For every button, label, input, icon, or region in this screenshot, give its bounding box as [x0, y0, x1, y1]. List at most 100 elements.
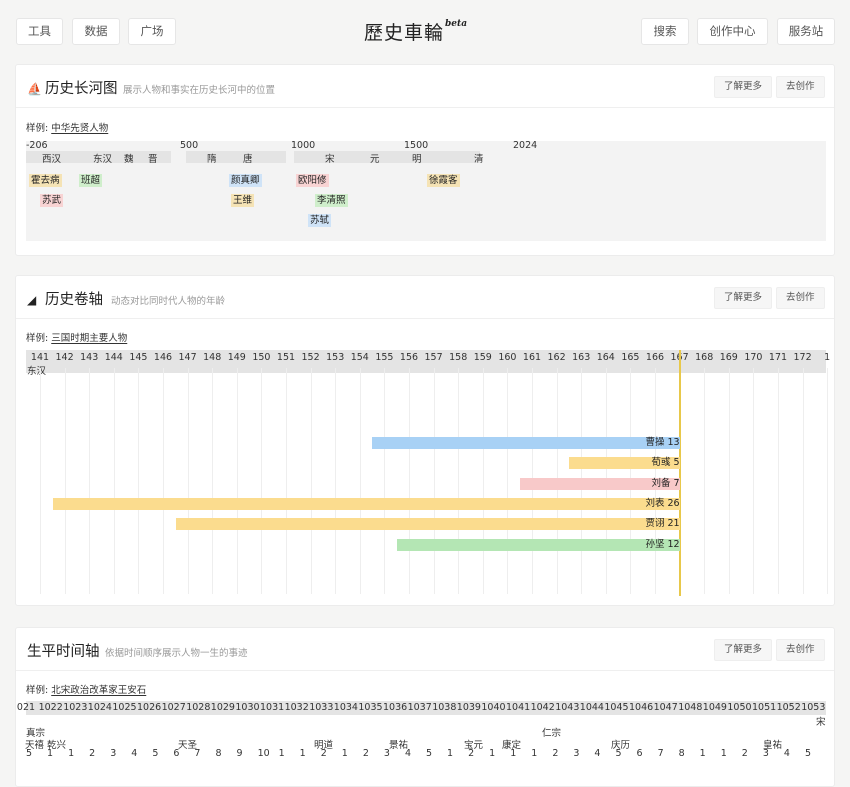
year-tick: 156 — [399, 352, 419, 363]
year-tick: 146 — [153, 352, 173, 363]
sample-line: 样例: 中华先贤人物 — [26, 123, 109, 134]
learn-more-button[interactable]: 了解更多 — [714, 639, 773, 661]
year-tick: 1500 — [404, 140, 429, 151]
card-subtitle: 展示人物和事实在历史长河中的位置 — [123, 85, 276, 96]
person-tag[interactable]: 颜真卿 — [229, 174, 262, 187]
sample-link[interactable]: 三国时期主要人物 — [51, 333, 127, 344]
person-tag[interactable]: 王维 — [231, 194, 255, 207]
person-tag[interactable]: 苏武 — [40, 194, 64, 207]
life-year-tick: 1050 — [727, 702, 752, 713]
reign-year-tick: 2 — [741, 748, 748, 759]
year-tick: 149 — [227, 352, 246, 363]
current-year-indicator[interactable] — [678, 350, 681, 596]
grid-line — [827, 368, 829, 594]
reign-year-tick: 5 — [804, 748, 811, 759]
life-year-tick: 1027 — [161, 702, 186, 713]
card-subtitle: 依据时间顺序展示人物一生的事迹 — [105, 648, 248, 659]
nav-tools-button[interactable]: 工具 — [16, 18, 63, 45]
card-header: ◢ 历史卷轴 动态对比同时代人物的年龄 了解更多 去创作 — [16, 276, 834, 319]
reign-year-tick: 5 — [152, 748, 159, 759]
beta-badge: beta — [445, 18, 468, 29]
history-river-card: ⛵ 历史长河图 展示人物和事实在历史长河中的位置 了解更多 去创作 样例: 中华先… — [15, 64, 835, 256]
life-year-tick: 1028 — [186, 702, 211, 713]
history-scroll-card: ◢ 历史卷轴 动态对比同时代人物的年龄 了解更多 去创作 样例: 三国时期主要人物… — [15, 275, 835, 606]
year-tick: 162 — [547, 352, 566, 363]
reign-year-tick: 1 — [720, 748, 727, 759]
year-tick: 151 — [276, 352, 296, 363]
year-tick: 159 — [473, 352, 492, 363]
life-year-tick: 1053 — [801, 702, 826, 713]
life-year-tick: 1052 — [776, 702, 801, 713]
era-label: 东汉 — [27, 366, 47, 377]
sample-link[interactable]: 北宋政治改革家王安石 — [51, 685, 146, 696]
reign-year-tick: 1 — [489, 748, 496, 759]
life-year-tick: 1046 — [629, 702, 654, 713]
search-button[interactable]: 搜索 — [641, 18, 689, 45]
service-station-button[interactable]: 服务站 — [777, 18, 835, 45]
person-bar-刘表[interactable] — [52, 497, 680, 510]
dynasty-label: 元 — [370, 154, 380, 165]
life-year-tick: 1023 — [63, 702, 88, 713]
person-tag[interactable]: 欧阳修 — [296, 174, 329, 187]
year-tick: 163 — [572, 352, 591, 363]
life-year-tick: 1022 — [38, 702, 63, 713]
year-tick: 1000 — [291, 140, 316, 151]
life-year-tick: 1051 — [752, 702, 777, 713]
reign-year-tick: 6 — [173, 748, 180, 759]
learn-more-button[interactable]: 了解更多 — [714, 76, 773, 98]
year-tick: 161 — [522, 352, 542, 363]
reign-year-tick: 4 — [594, 748, 601, 759]
nav-square-button[interactable]: 广场 — [128, 18, 176, 45]
top-bar: 工具 数据 广场 歷史車輪beta 搜索 创作中心 服务站 — [0, 0, 850, 62]
year-tick: 1 — [824, 352, 831, 363]
person-tag[interactable]: 班超 — [79, 174, 103, 187]
logo-text: 歷史車輪 — [364, 22, 445, 44]
year-tick: 171 — [768, 352, 788, 363]
grid-line — [236, 368, 238, 594]
go-create-button[interactable]: 去创作 — [776, 76, 825, 98]
reign-year-tick: 3 — [383, 748, 390, 759]
person-tag[interactable]: 霍去病 — [29, 174, 62, 187]
person-tag[interactable]: 徐霞客 — [427, 174, 460, 187]
year-tick: 172 — [793, 352, 812, 363]
card-subtitle: 动态对比同时代人物的年龄 — [111, 296, 226, 307]
reign-year-tick: 2 — [552, 748, 559, 759]
person-bar-label: 贾诩 21 — [645, 518, 680, 530]
person-tag[interactable]: 苏轼 — [308, 214, 332, 227]
reign-year-tick: 4 — [783, 748, 790, 759]
life-year-tick: 1033 — [309, 702, 334, 713]
reign-year-tick: 4 — [404, 748, 411, 759]
year-tick: 143 — [80, 352, 99, 363]
learn-more-button[interactable]: 了解更多 — [714, 287, 773, 309]
go-create-button[interactable]: 去创作 — [776, 639, 825, 661]
year-tick: 165 — [621, 352, 640, 363]
reign-year-tick: 8 — [215, 748, 222, 759]
year-tick: 500 — [180, 140, 199, 151]
reign-year-tick: 9 — [236, 748, 243, 759]
go-create-button[interactable]: 去创作 — [776, 287, 825, 309]
creator-center-button[interactable]: 创作中心 — [697, 18, 768, 45]
person-bar-label: 刘备 7 — [651, 477, 680, 489]
grid-line — [40, 368, 41, 594]
grid-line — [261, 368, 263, 594]
emperor-label: 仁宗 — [542, 728, 562, 739]
site-logo[interactable]: 歷史車輪beta — [364, 18, 467, 45]
life-year-tick: 1035 — [358, 702, 383, 713]
card-title: ⛵ 历史长河图 — [27, 81, 118, 97]
reign-year-tick: 5 — [615, 748, 622, 759]
year-tick: 153 — [326, 352, 345, 363]
reign-year-tick: 1 — [68, 748, 75, 759]
grid-line — [113, 368, 115, 594]
reign-year-tick: 1 — [447, 748, 454, 759]
reign-year-tick: 8 — [678, 748, 685, 759]
nav-data-button[interactable]: 数据 — [72, 18, 120, 45]
person-tag[interactable]: 李清照 — [315, 194, 348, 207]
grid-line — [359, 368, 361, 594]
grid-line — [89, 368, 91, 594]
year-tick: 160 — [498, 352, 517, 363]
era-band — [294, 151, 480, 163]
life-year-tick: 1042 — [530, 702, 555, 713]
life-year-tick: 1049 — [702, 702, 727, 713]
sample-link[interactable]: 中华先贤人物 — [51, 123, 108, 134]
reign-year-tick: 3 — [110, 748, 117, 759]
